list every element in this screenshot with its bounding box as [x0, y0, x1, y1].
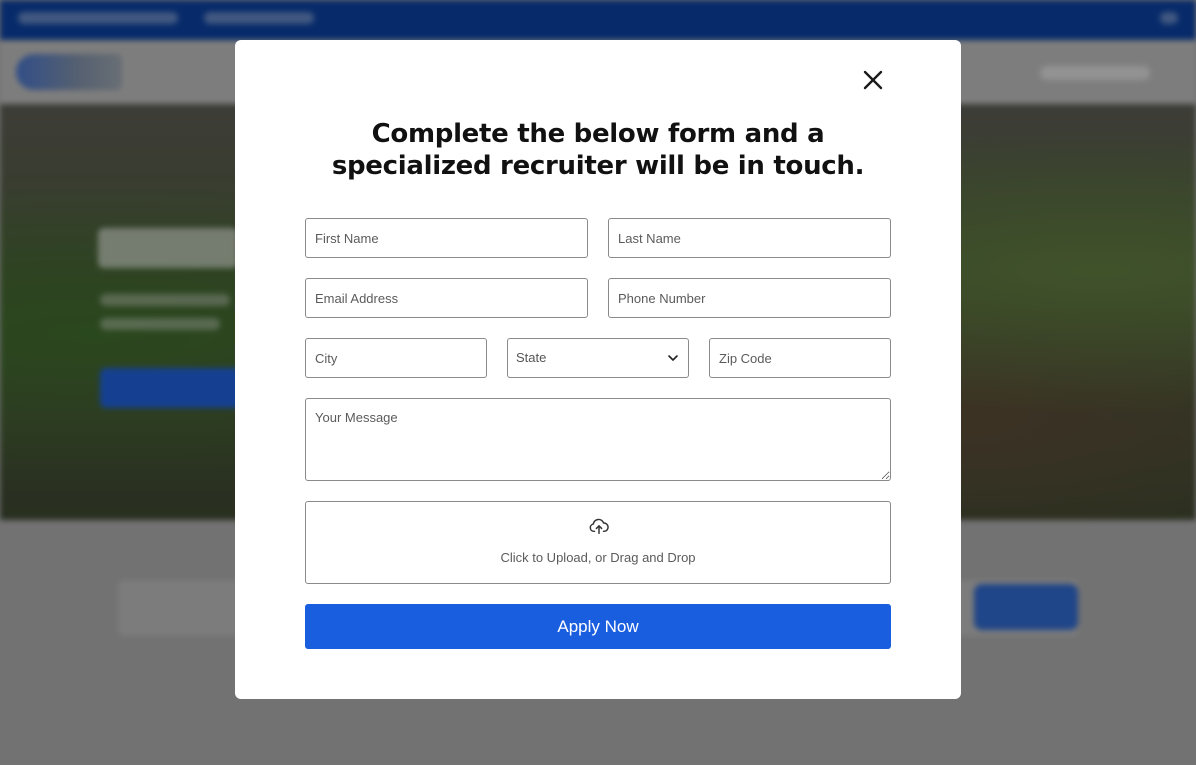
- chevron-down-icon: [668, 355, 678, 361]
- apply-modal: Complete the below form and a specialize…: [235, 40, 961, 699]
- upload-instructions: Click to Upload, or Drag and Drop: [500, 550, 696, 565]
- file-upload-dropzone[interactable]: Click to Upload, or Drag and Drop: [305, 501, 891, 584]
- city-input[interactable]: [305, 338, 487, 378]
- modal-title-line-2: specialized recruiter will be in touch.: [331, 151, 865, 181]
- apply-now-button[interactable]: Apply Now: [305, 604, 891, 649]
- zip-code-input[interactable]: [709, 338, 891, 378]
- last-name-input[interactable]: [608, 218, 891, 258]
- email-input[interactable]: [305, 278, 588, 318]
- close-button[interactable]: [861, 68, 885, 92]
- phone-input[interactable]: [608, 278, 891, 318]
- close-icon: [863, 70, 883, 90]
- first-name-input[interactable]: [305, 218, 588, 258]
- modal-title: Complete the below form and a specialize…: [305, 118, 891, 182]
- modal-title-line-1: Complete the below form and a: [371, 119, 825, 149]
- upload-cloud-icon: [589, 518, 609, 535]
- message-textarea[interactable]: [305, 398, 891, 481]
- state-select[interactable]: State: [507, 338, 689, 378]
- page: Complete the below form and a specialize…: [0, 0, 1196, 765]
- state-select-value: State: [516, 350, 547, 365]
